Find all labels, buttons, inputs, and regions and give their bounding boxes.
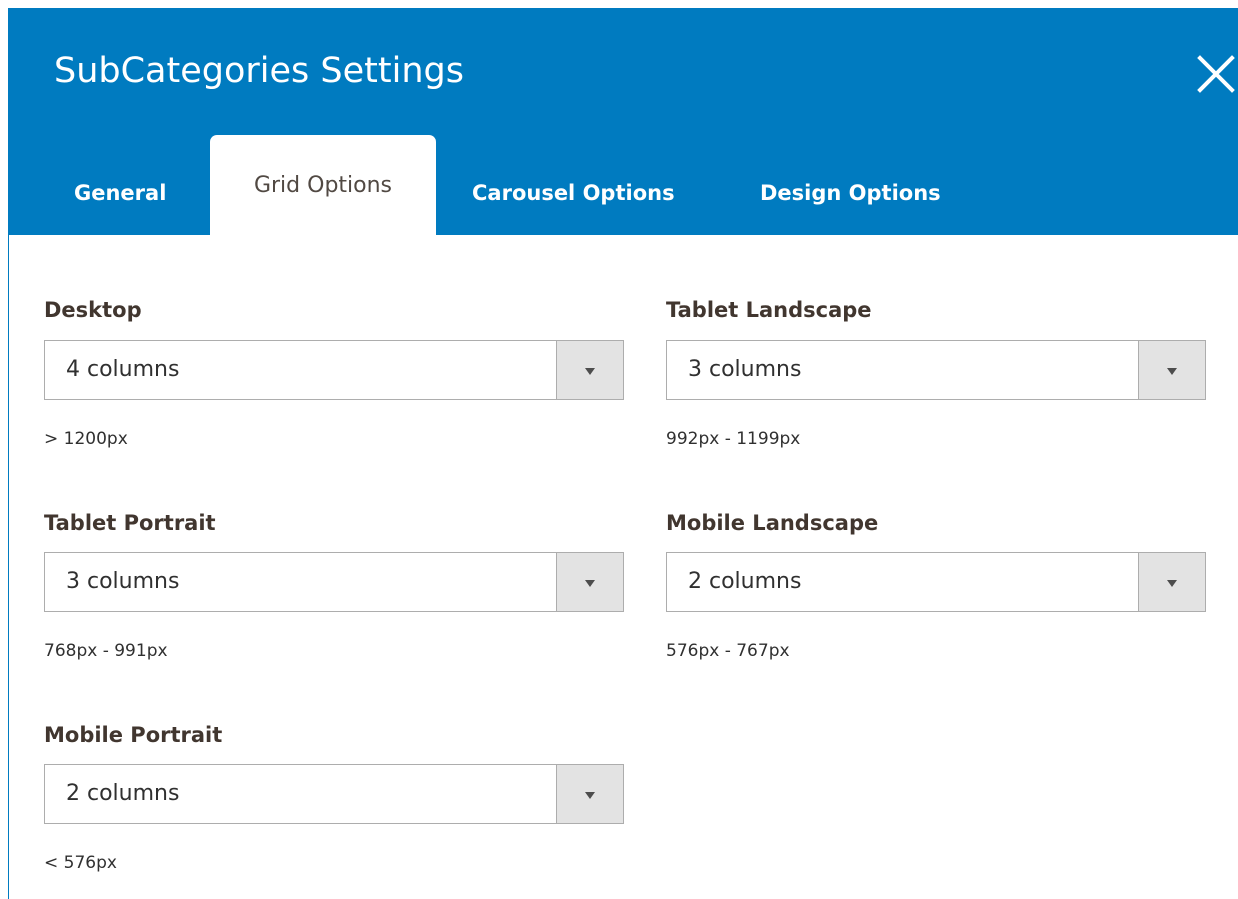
close-button[interactable] <box>1194 52 1238 96</box>
chevron-down-icon <box>585 368 595 375</box>
tab-carousel-options[interactable]: Carousel Options <box>472 158 675 240</box>
mobile-portrait-columns-value: 2 columns <box>66 781 180 806</box>
tablet-portrait-dropdown-button[interactable] <box>556 553 623 611</box>
tab-design-options[interactable]: Design Options <box>760 158 941 240</box>
chevron-down-icon <box>1167 580 1177 587</box>
tab-general[interactable]: General <box>74 158 166 240</box>
tablet-portrait-breakpoint-note: 768px - 991px <box>44 641 168 661</box>
tablet-portrait-label: Tablet Portrait <box>44 511 216 535</box>
tablet-landscape-dropdown-button[interactable] <box>1138 341 1205 399</box>
mobile-landscape-label: Mobile Landscape <box>666 511 879 535</box>
chevron-down-icon <box>585 792 595 799</box>
desktop-columns-value: 4 columns <box>66 357 180 382</box>
content-left-border <box>8 235 9 899</box>
desktop-dropdown-button[interactable] <box>556 341 623 399</box>
mobile-portrait-breakpoint-note: < 576px <box>44 853 117 873</box>
tablet-landscape-columns-value: 3 columns <box>688 357 802 382</box>
subcategories-settings-dialog: SubCategories Settings General Grid Opti… <box>0 0 1238 899</box>
mobile-landscape-breakpoint-note: 576px - 767px <box>666 641 790 661</box>
tablet-landscape-columns-select[interactable]: 3 columns <box>666 340 1206 400</box>
mobile-portrait-columns-select[interactable]: 2 columns <box>44 764 624 824</box>
mobile-landscape-dropdown-button[interactable] <box>1138 553 1205 611</box>
mobile-portrait-label: Mobile Portrait <box>44 723 223 747</box>
chevron-down-icon <box>585 580 595 587</box>
mobile-landscape-columns-value: 2 columns <box>688 569 802 594</box>
desktop-breakpoint-note: > 1200px <box>44 429 128 449</box>
desktop-columns-select[interactable]: 4 columns <box>44 340 624 400</box>
tablet-portrait-columns-value: 3 columns <box>66 569 180 594</box>
chevron-down-icon <box>1167 368 1177 375</box>
desktop-label: Desktop <box>44 298 142 322</box>
close-icon <box>1197 55 1235 93</box>
tablet-landscape-breakpoint-note: 992px - 1199px <box>666 429 801 449</box>
dialog-header: SubCategories Settings General Grid Opti… <box>8 8 1238 243</box>
mobile-landscape-columns-select[interactable]: 2 columns <box>666 552 1206 612</box>
dialog-title: SubCategories Settings <box>54 51 464 91</box>
tab-grid-options[interactable]: Grid Options <box>210 135 436 243</box>
tablet-landscape-label: Tablet Landscape <box>666 298 872 322</box>
mobile-portrait-dropdown-button[interactable] <box>556 765 623 823</box>
tablet-portrait-columns-select[interactable]: 3 columns <box>44 552 624 612</box>
